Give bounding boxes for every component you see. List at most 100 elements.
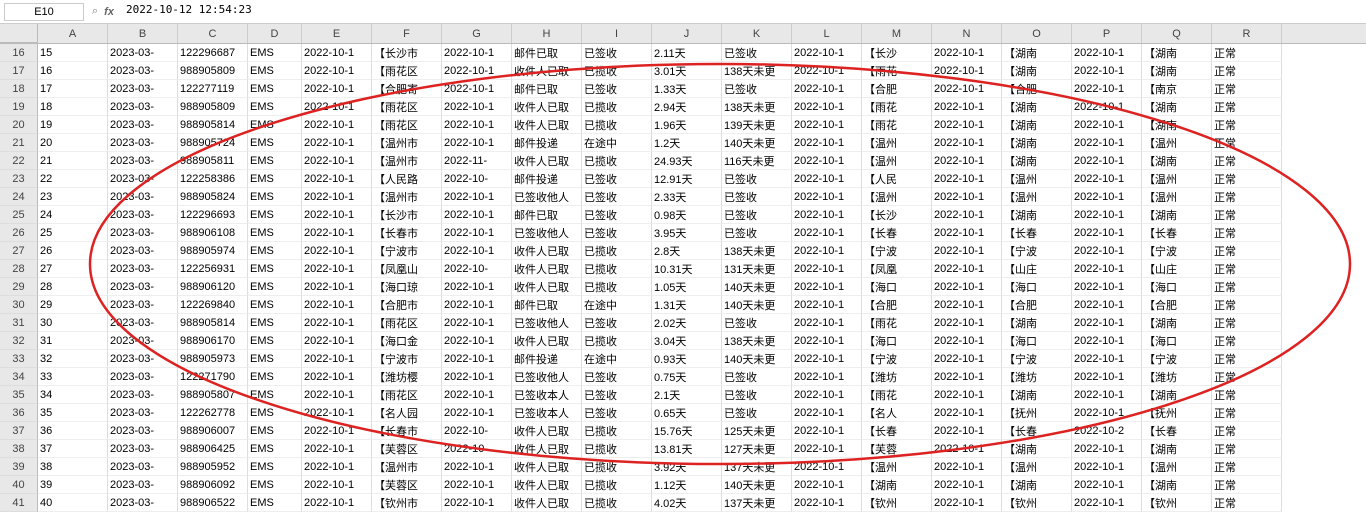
cell[interactable]: 2022-10-1 [932,278,1002,296]
cell[interactable]: 【山庄 [1002,260,1072,278]
cell[interactable]: 正常 [1212,296,1282,314]
cell[interactable]: 【凤凰 [862,260,932,278]
cell[interactable]: 【芙蓉区 [372,440,442,458]
cell[interactable]: 2022-10-1 [932,152,1002,170]
cell[interactable]: 2022-10-1 [1072,278,1142,296]
cell[interactable]: 收件人已取 [512,422,582,440]
row-header[interactable]: 16 [0,44,38,62]
cell[interactable]: 2022-10-1 [932,260,1002,278]
cell[interactable]: 2022-10-1 [792,188,862,206]
cell[interactable]: 138天未更 [722,98,792,116]
cell[interactable]: 2022-10-2 [1072,422,1142,440]
name-box[interactable]: E10 [4,3,84,21]
cell[interactable]: 【温州市 [372,188,442,206]
row-header[interactable]: 24 [0,188,38,206]
cell[interactable]: 2022-10-1 [792,224,862,242]
cell[interactable]: 2022-10-1 [442,134,512,152]
cell[interactable]: EMS [248,422,302,440]
cell[interactable]: 2022-10-1 [1072,494,1142,512]
cell[interactable]: 2022-10- [442,440,512,458]
cell[interactable]: 【温州 [862,152,932,170]
cell[interactable]: 已揽收 [582,476,652,494]
cell[interactable]: 2022-10-1 [932,458,1002,476]
cell[interactable]: 【长春 [1142,224,1212,242]
cell[interactable]: 26 [38,242,108,260]
cell[interactable]: 已签收他人 [512,368,582,386]
cell[interactable]: 2022-10-1 [302,188,372,206]
cell[interactable]: EMS [248,350,302,368]
cell[interactable]: 【湖南 [1002,314,1072,332]
cell[interactable]: 【山庄 [1142,260,1212,278]
cell[interactable]: 已签收 [722,314,792,332]
cell[interactable]: 邮件已取 [512,44,582,62]
cell[interactable]: 收件人已取 [512,476,582,494]
fx-icon[interactable]: fx [104,6,114,18]
cell[interactable]: 正常 [1212,62,1282,80]
cell[interactable]: 已签收 [722,368,792,386]
cell[interactable]: 【湖南 [862,476,932,494]
row-header[interactable]: 38 [0,440,38,458]
cell[interactable]: 【温州 [1142,170,1212,188]
cell[interactable]: 2023-03- [108,476,178,494]
column-header-F[interactable]: F [372,24,442,43]
cell[interactable]: 988906092 [178,476,248,494]
cell[interactable]: 2022-10-1 [932,440,1002,458]
cell[interactable]: 2022-10-1 [442,476,512,494]
cell[interactable]: 【长沙市 [372,44,442,62]
cell[interactable]: 【海口金 [372,332,442,350]
cell[interactable]: 正常 [1212,80,1282,98]
cell[interactable]: 【长春 [862,422,932,440]
cell[interactable]: 【湖南 [1002,116,1072,134]
cell[interactable]: 【钦州 [862,494,932,512]
cell[interactable]: 2022-10-1 [1072,224,1142,242]
cell[interactable]: 3.04天 [652,332,722,350]
cell[interactable]: 988905814 [178,314,248,332]
cell[interactable]: 2022-10-1 [932,404,1002,422]
cell[interactable]: 【宁波市 [372,242,442,260]
cell[interactable]: 2023-03- [108,332,178,350]
cell[interactable]: 2022-10-1 [792,314,862,332]
cell[interactable]: 988905814 [178,116,248,134]
cell[interactable]: 988905809 [178,62,248,80]
cell[interactable]: 2022-10-1 [302,296,372,314]
cell[interactable]: 【芙蓉区 [372,476,442,494]
cell[interactable]: 邮件已取 [512,80,582,98]
cell[interactable]: 2022-10-1 [792,80,862,98]
cell[interactable]: 2022-10-1 [442,278,512,296]
cell[interactable]: 2022-10-1 [932,296,1002,314]
cell[interactable]: 2022-10-1 [1072,260,1142,278]
cell[interactable]: 收件人已取 [512,98,582,116]
cell[interactable]: 已签收本人 [512,386,582,404]
column-header-J[interactable]: J [652,24,722,43]
cell[interactable]: 【名人 [862,404,932,422]
cell[interactable]: 122269840 [178,296,248,314]
cell[interactable]: 2022-10-1 [302,224,372,242]
cell[interactable]: 【合肥 [1142,296,1212,314]
cell[interactable]: 【钦州 [1142,494,1212,512]
cell[interactable]: 【湖南 [1002,476,1072,494]
cell[interactable]: 邮件投递 [512,350,582,368]
cell[interactable]: 2022-10-1 [792,260,862,278]
cell[interactable]: 【雨花 [862,116,932,134]
cell[interactable]: 138天未更 [722,242,792,260]
cell[interactable]: 22 [38,170,108,188]
cell[interactable]: 已签收 [582,206,652,224]
cell[interactable]: EMS [248,134,302,152]
cell[interactable]: 30 [38,314,108,332]
cell[interactable]: 正常 [1212,44,1282,62]
cell[interactable]: 【雨花 [862,314,932,332]
cell[interactable]: 2022-10-1 [932,80,1002,98]
cell[interactable]: 2.11天 [652,44,722,62]
cell[interactable]: 邮件投递 [512,134,582,152]
cell[interactable]: 2022-10-1 [302,494,372,512]
cell[interactable]: 2022-10-1 [792,278,862,296]
cell[interactable]: 31 [38,332,108,350]
cell[interactable]: 【雨花区 [372,386,442,404]
cell[interactable]: 2023-03- [108,494,178,512]
cell[interactable]: 988905809 [178,98,248,116]
cell[interactable]: 2023-03- [108,278,178,296]
cell[interactable]: 已签收 [722,206,792,224]
cell[interactable]: 2022-10-1 [792,242,862,260]
cell[interactable]: 2022-10-1 [302,260,372,278]
cell[interactable]: 2022-10-1 [1072,44,1142,62]
